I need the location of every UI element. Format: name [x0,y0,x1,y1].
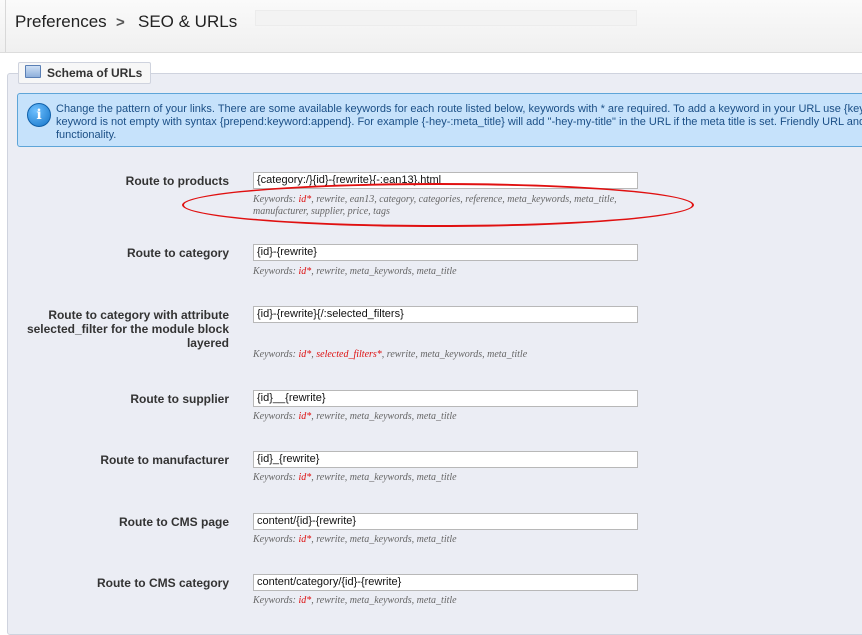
keywords-prefix: Keywords: [253,349,299,360]
keywords-prefix: Keywords: [253,411,299,422]
header-ghost-field [255,10,637,26]
route-keywords-manufacturer: Keywords: id*, rewrite, meta_keywords, m… [253,472,673,484]
keywords-rest: , rewrite, meta_keywords, meta_title [381,349,528,360]
route-label-cms-category: Route to CMS category [96,576,229,590]
route-keywords-cms-page: Keywords: id*, rewrite, meta_keywords, m… [253,534,673,546]
keyword-required: id* [298,349,312,360]
info-icon: i [27,103,51,127]
keyword-required: id* [298,595,312,606]
keyword-required: id* [298,534,312,545]
keywords-rest: , rewrite, meta_keywords, meta_title [311,411,457,422]
keywords-prefix: Keywords: [253,534,299,545]
page-title: SEO & URLs [138,12,238,31]
keywords-rest: , rewrite, meta_keywords, meta_title [311,472,457,483]
route-keywords-category: Keywords: id*, rewrite, meta_keywords, m… [253,266,673,278]
route-label-category: Route to category [126,246,229,260]
breadcrumb-separator: > [116,14,125,31]
keyword-required: id* [298,411,312,422]
keywords-prefix: Keywords: [253,472,299,483]
route-input-cms-category[interactable]: content/category/{id}-{rewrite} [253,574,638,591]
keywords-prefix: Keywords: [253,266,299,277]
legend-label: Schema of URLs [47,66,143,80]
route-input-supplier[interactable]: {id}__{rewrite} [253,390,638,407]
route-input-cms-page[interactable]: content/{id}-{rewrite} [253,513,638,530]
route-keywords-layered: Keywords: id*, selected_filters*, rewrit… [253,349,528,360]
route-label-cms-page: Route to CMS page [119,515,229,529]
info-box: i Change the pattern of your links. Ther… [17,93,862,147]
header-edge [5,0,6,52]
section-legend: Schema of URLs [18,62,152,84]
schema-icon [25,65,41,78]
keyword-required-2: selected_filters* [316,349,382,360]
keywords-rest: , rewrite, meta_keywords, meta_title [311,595,457,606]
route-input-layered[interactable]: {id}-{rewrite}{/:selected_filters} [253,306,638,323]
route-input-category[interactable]: {id}-{rewrite} [253,244,638,261]
annotation-ellipse [182,183,694,227]
keywords-prefix: Keywords: [253,595,299,606]
route-input-manufacturer[interactable]: {id}_{rewrite} [253,451,638,468]
breadcrumb-preferences[interactable]: Preferences [15,12,107,32]
keywords-rest: , rewrite, meta_keywords, meta_title [311,534,457,545]
route-label-layered: Route to category with attribute selecte… [26,308,229,350]
info-text: Change the pattern of your links. There … [56,103,862,141]
keyword-required: id* [298,266,312,277]
route-keywords-cms-category: Keywords: id*, rewrite, meta_keywords, m… [253,595,673,607]
route-label-supplier: Route to supplier [130,392,229,406]
route-label-manufacturer: Route to manufacturer [100,453,229,467]
keywords-rest: , rewrite, meta_keywords, meta_title [311,266,457,277]
keyword-required: id* [298,472,312,483]
route-label-products: Route to products [125,174,229,188]
route-keywords-supplier: Keywords: id*, rewrite, meta_keywords, m… [253,411,673,423]
page-header: Preferences > SEO & URLs [0,0,862,53]
